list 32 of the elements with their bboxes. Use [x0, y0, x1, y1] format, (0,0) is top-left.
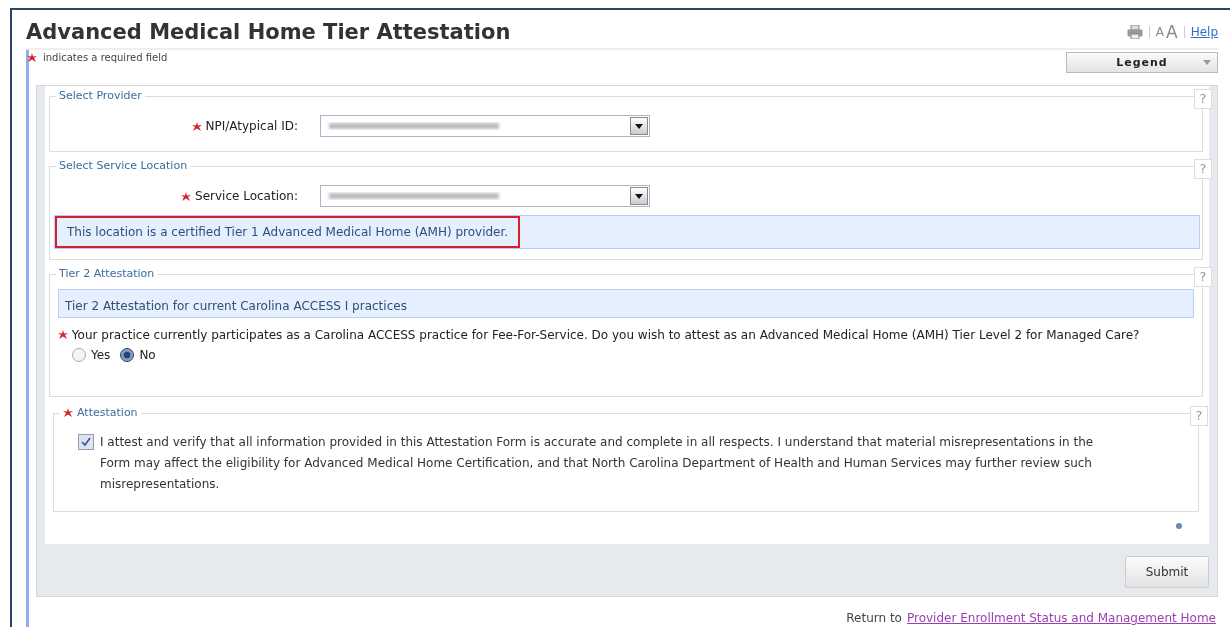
print-icon[interactable] — [1126, 25, 1143, 39]
help-icon[interactable]: ? — [1190, 406, 1208, 426]
dropdown-field[interactable] — [320, 115, 650, 137]
page-title: Advanced Medical Home Tier Attestation — [26, 20, 511, 44]
radio-option[interactable]: Yes — [72, 348, 111, 362]
section-title: Select Service Location — [59, 159, 188, 172]
info-banner: Tier 2 Attestation for current Carolina ACCESS I practices — [58, 289, 1194, 318]
radio-option[interactable]: No — [120, 348, 156, 362]
legend-dropdown[interactable]: Legend — [1066, 52, 1218, 73]
help-icon[interactable]: ? — [1194, 267, 1212, 287]
notice-text: This location is a certified Tier 1 Advanced Medical Home (AMH) provider. — [55, 216, 521, 248]
field-label-text: Service Location: — [195, 189, 298, 203]
return-link[interactable]: Provider Enrollment Status and Management Home — [906, 611, 1216, 625]
section-title: Tier 2 Attestation — [59, 267, 155, 280]
checkbox[interactable] — [78, 434, 94, 450]
question-text: Your practice currently participates as a Carolina ACCESS practice for Fee-For-Service. Do you wish to attest as an Advanced Medical Home (AMH) Tier Level 2 for Managed Care? — [71, 328, 1140, 342]
caret-icon — [1203, 60, 1211, 65]
section-title: Attestation — [77, 406, 138, 419]
required-icon — [27, 53, 37, 62]
text-size-large-button[interactable]: A — [1166, 22, 1178, 42]
expand-icon[interactable] — [1175, 522, 1183, 530]
help-icon[interactable]: ? — [1194, 89, 1212, 109]
required-note: indicates a required field — [43, 52, 168, 63]
section-title: Select Provider — [59, 89, 142, 102]
help-icon[interactable]: ? — [1194, 159, 1212, 179]
help-link[interactable]: Help — [1190, 25, 1218, 39]
field-label-text: NPI/Atypical ID: — [205, 119, 298, 133]
dropdown-field[interactable] — [320, 185, 650, 207]
submit-button[interactable]: Submit — [1125, 556, 1209, 588]
text-size-small-button[interactable]: A — [1155, 25, 1164, 39]
return-text: Return to — [846, 611, 902, 625]
attestation-text: I attest and verify that all information provided in this Attestation Form is accurate and complete in all respects. I understand that material misrepresentations in the Form may affect the eligibility for Advanced Medical Home Certification, and that North Carolina Department of Health and Human Services may further review such misrepresentations. — [100, 434, 1095, 493]
